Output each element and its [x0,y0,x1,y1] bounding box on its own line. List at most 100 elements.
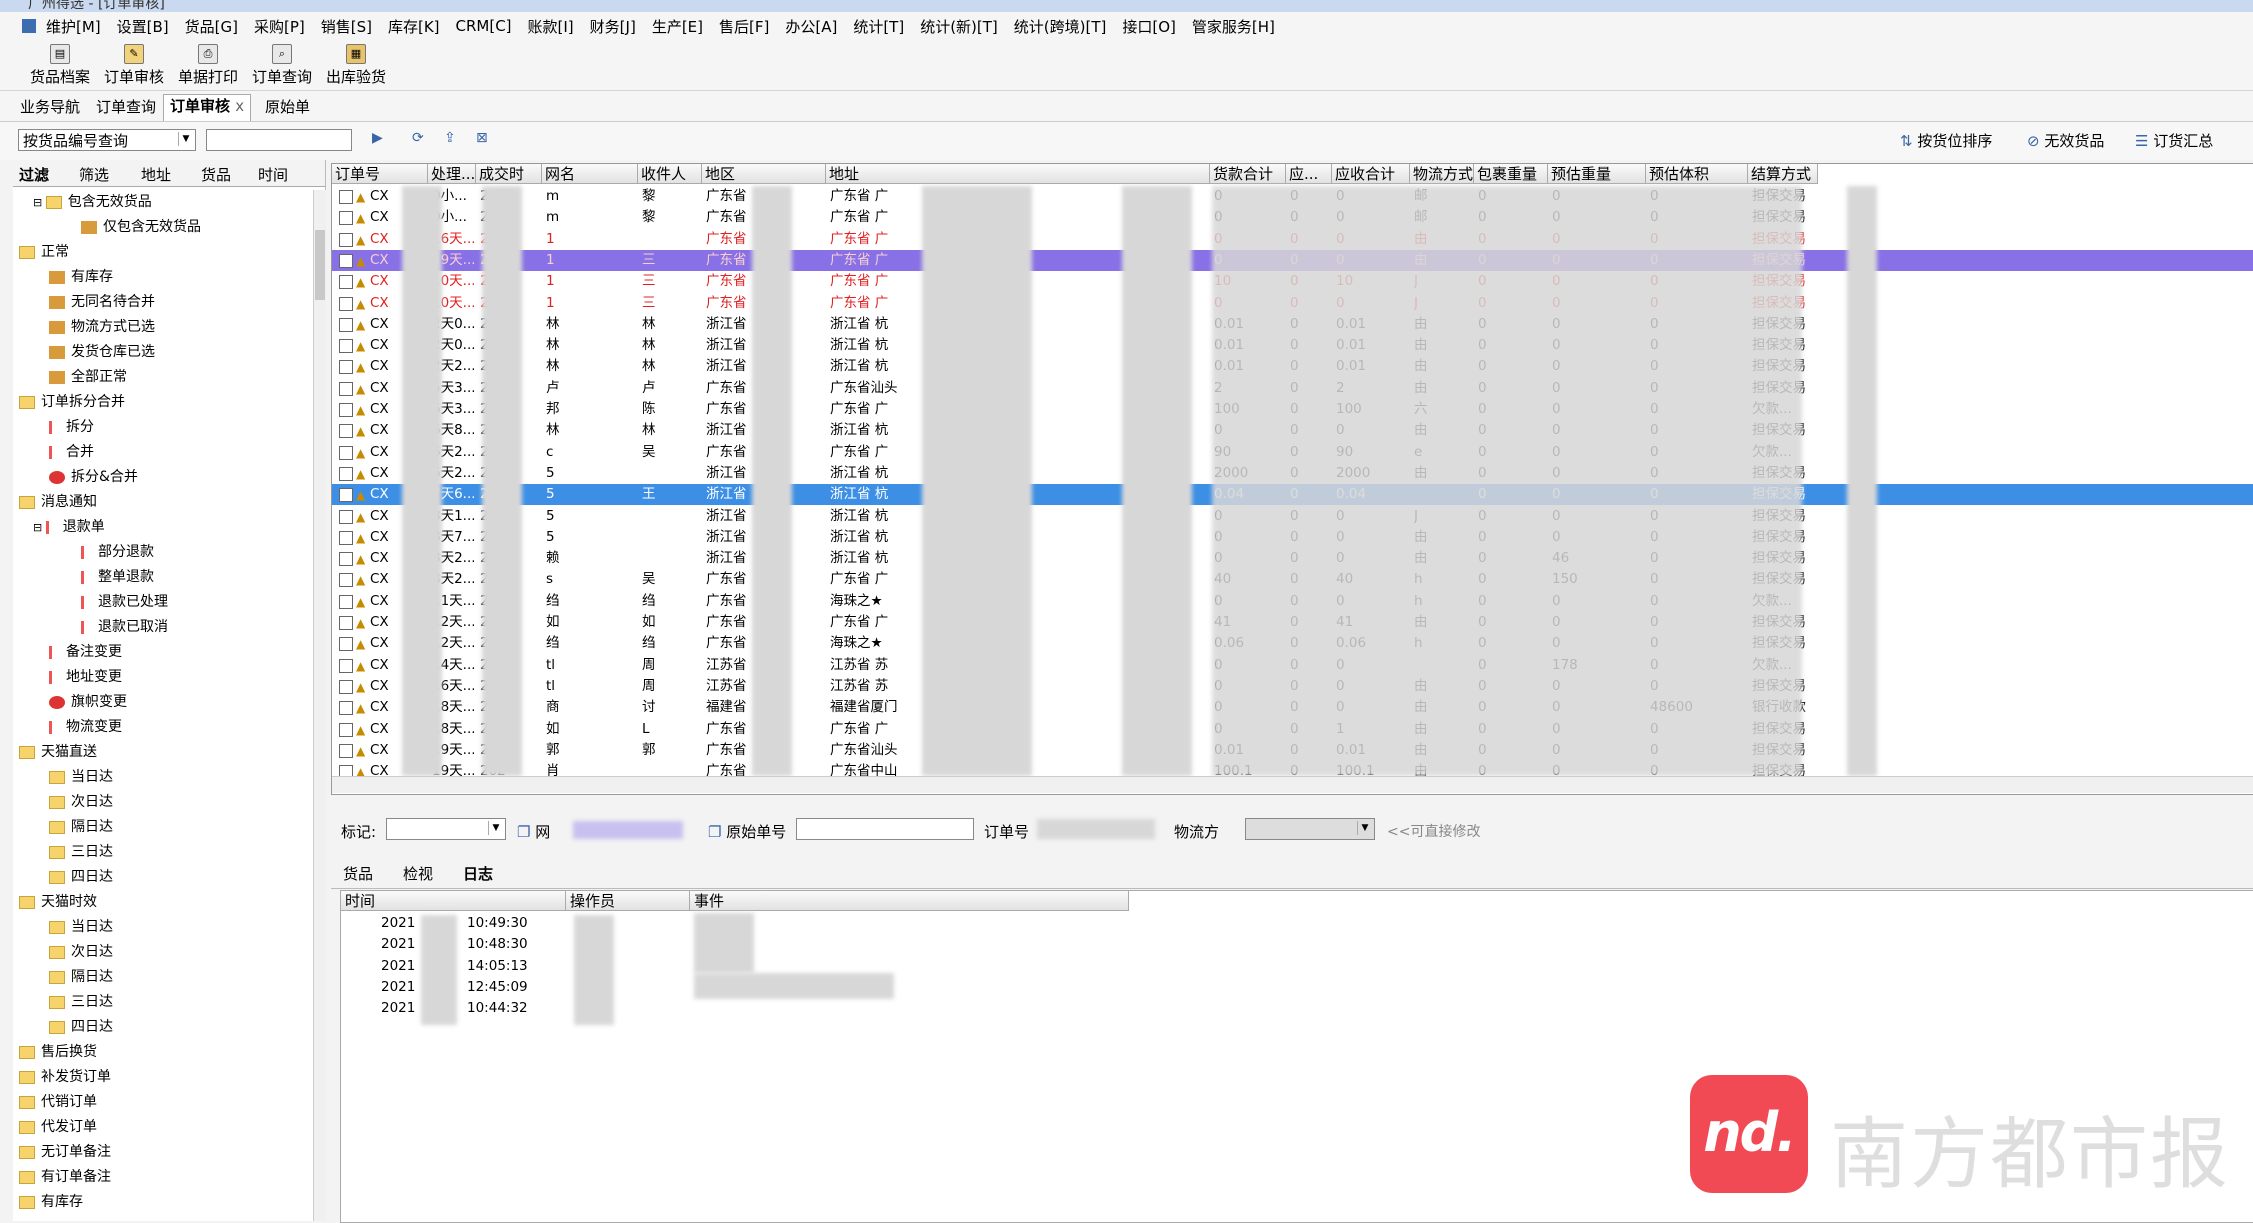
original-order-input[interactable] [796,818,974,840]
row-checkbox[interactable] [339,339,353,354]
sort-by-location-button[interactable]: ⇅ 按货位排序 [1900,130,1992,151]
tree-item[interactable]: 物流变更 [49,715,122,739]
menu-stats-new[interactable]: 统计(新)[T] [920,16,998,37]
menu-aftersale[interactable]: 售后[F] [719,16,769,37]
collapse-icon[interactable]: ⊟ [33,521,46,534]
menu-stats[interactable]: 统计[T] [853,16,904,37]
row-checkbox[interactable] [339,594,353,609]
tree-item[interactable]: 合并 [49,440,94,464]
col-receivable-total[interactable]: 应收合计 [1332,164,1410,184]
tree-item[interactable]: 退款已处理 [81,590,168,614]
order-query-button[interactable]: ⌕ 订单查询 [252,44,312,87]
tab-close-icon[interactable]: x [235,97,244,115]
row-checkbox[interactable] [339,743,353,758]
refresh-icon[interactable]: ⟳ [412,130,424,146]
tree-item[interactable]: 消息通知 [19,490,97,514]
log-col-event[interactable]: 事件 [690,891,1129,911]
logistics-select[interactable]: ▼ [1245,818,1375,840]
row-checkbox[interactable] [339,658,353,673]
row-checkbox[interactable] [339,573,353,588]
col-processing[interactable]: 处理... [428,164,476,184]
left-tab-address[interactable]: 地址 [141,164,171,185]
tree-item[interactable]: 次日达 [49,940,113,964]
tree-item[interactable]: 地址变更 [49,665,122,689]
tree-item[interactable]: 补发货订单 [19,1065,111,1089]
tab-business-nav[interactable]: 业务导航 [14,96,86,117]
mark-select[interactable]: ▼ [386,818,506,840]
tree-scrollbar[interactable] [313,190,326,1221]
tree-item[interactable]: 旗帜变更 [49,690,127,714]
tree-item[interactable]: 售后换货 [19,1040,97,1064]
col-package-weight[interactable]: 包裹重量 [1474,164,1548,184]
col-est-weight[interactable]: 预估重量 [1548,164,1646,184]
col-deal-time[interactable]: 成交时 [476,164,542,184]
menu-stats-crossborder[interactable]: 统计(跨境)[T] [1014,16,1107,37]
menu-maintain[interactable]: 维护[M] [46,16,101,37]
row-checkbox[interactable] [339,190,353,204]
row-checkbox[interactable] [339,637,353,652]
row-checkbox[interactable] [339,381,353,396]
menu-office[interactable]: 办公[A] [785,16,837,37]
tree-item[interactable]: 正常 [19,240,69,264]
tree-item[interactable]: 次日达 [49,790,113,814]
tree-item[interactable]: 代销订单 [19,1090,97,1114]
col-net-name[interactable]: 网名 [542,164,638,184]
tree-item[interactable]: 拆分&合并 [49,465,138,489]
filter-icon[interactable]: ⊠ [476,130,488,146]
row-checkbox[interactable] [339,403,353,417]
menu-crm[interactable]: CRM[C] [456,17,512,35]
tree-item[interactable]: 四日达 [49,1015,113,1039]
row-checkbox[interactable] [339,679,353,694]
tree-item[interactable]: 隔日达 [49,965,113,989]
menu-production[interactable]: 生产[E] [652,16,703,37]
tree-item[interactable]: 物流方式已选 [49,315,155,339]
tree-item[interactable]: 有订单备注 [19,1165,111,1189]
col-receiver[interactable]: 收件人 [638,164,702,184]
col-region[interactable]: 地区 [702,164,826,184]
col-order-no[interactable]: 订单号 [332,164,428,184]
tree-item[interactable]: ⊟ 包含无效货品 [33,190,152,214]
tree-item[interactable]: 无同名待合并 [49,290,155,314]
row-checkbox[interactable] [339,211,353,226]
tree-item[interactable]: 天猫时效 [19,890,97,914]
goods-archive-button[interactable]: ▤ 货品档案 [30,44,90,87]
tree-item[interactable]: 退款已取消 [81,615,168,639]
left-tab-filter[interactable]: 过滤 [19,164,49,185]
col-settlement[interactable]: 结算方式 [1748,164,1818,184]
row-checkbox[interactable] [339,488,353,503]
row-checkbox[interactable] [339,722,353,737]
left-tab-screen[interactable]: 筛选 [79,164,109,185]
tab-inspect[interactable]: 检视 [403,863,433,884]
row-checkbox[interactable] [339,275,353,290]
tree-item[interactable]: 隔日达 [49,815,113,839]
menu-inventory[interactable]: 库存[K] [388,16,440,37]
col-logistics[interactable]: 物流方式 [1410,164,1474,184]
copy-icon[interactable]: ❐ [708,823,721,841]
tree-item[interactable]: 有库存 [49,265,113,289]
tree-item[interactable]: 当日达 [49,765,113,789]
tree-item[interactable]: 三日达 [49,840,113,864]
log-col-time[interactable]: 时间 [341,891,566,911]
tree-item[interactable]: 发货仓库已选 [49,340,155,364]
menu-accounts[interactable]: 账款[I] [528,16,574,37]
menu-finance[interactable]: 财务[J] [590,16,636,37]
grid-horizontal-scrollbar[interactable] [332,776,2253,793]
tree-item[interactable]: 四日达 [49,865,113,889]
left-tab-time[interactable]: 时间 [258,164,288,185]
search-go-icon[interactable]: ▶ [372,130,383,146]
row-checkbox[interactable] [339,509,353,524]
row-checkbox[interactable] [339,445,353,460]
col-due[interactable]: 应... [1286,164,1332,184]
row-checkbox[interactable] [339,296,353,311]
row-checkbox[interactable] [339,360,353,375]
tree-item[interactable]: 有库存 [19,1190,83,1214]
row-checkbox[interactable] [339,552,353,567]
tab-original-order[interactable]: 原始单 [259,96,316,117]
tree-item[interactable]: 当日达 [49,915,113,939]
row-checkbox[interactable] [339,317,353,332]
copy-icon[interactable]: ❐ [517,823,530,841]
search-input[interactable] [206,129,352,151]
row-checkbox[interactable] [339,232,353,247]
row-checkbox[interactable] [339,701,353,716]
tree-item[interactable]: 订单拆分合并 [19,390,125,414]
